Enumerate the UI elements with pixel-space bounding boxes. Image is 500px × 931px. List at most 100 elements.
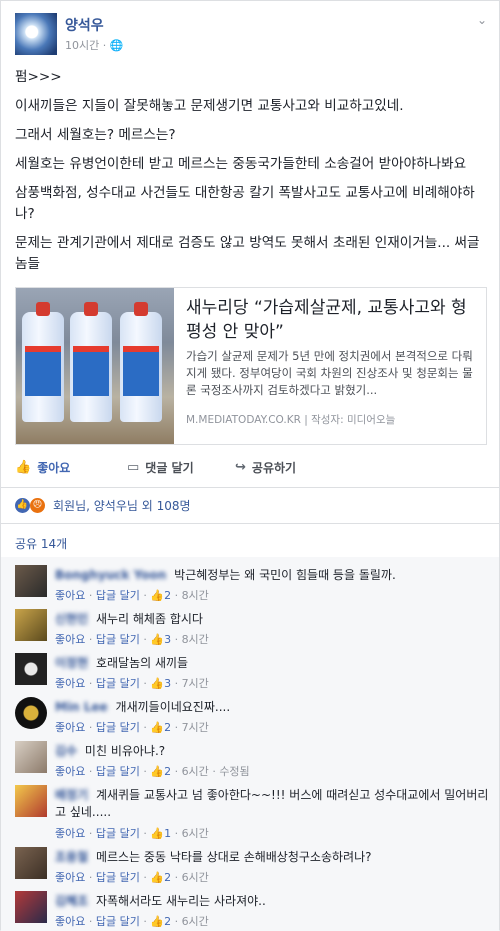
comment-footer: 좋아요 · 답글 달기 · 👍2 · 7시간 xyxy=(55,721,209,734)
comment-like-link[interactable]: 좋아요 xyxy=(55,677,85,690)
comment-like-link[interactable]: 좋아요 xyxy=(55,633,85,646)
comment-time[interactable]: 6시간 xyxy=(182,765,209,778)
comment-like-count[interactable]: 2 xyxy=(164,721,171,734)
commenter-avatar[interactable] xyxy=(15,697,47,729)
like-button[interactable]: 👍 좋아요 xyxy=(15,459,70,476)
comment-like-count[interactable]: 3 xyxy=(164,677,171,690)
comment-text: 새누리 해체좀 합시다 xyxy=(95,612,203,626)
comment-like-link[interactable]: 좋아요 xyxy=(55,721,85,734)
comment-reply-link[interactable]: 답글 달기 xyxy=(96,721,140,734)
comment-time[interactable]: 8시간 xyxy=(182,633,209,646)
thumbs-up-icon: 👍 xyxy=(150,765,165,778)
bottle-image xyxy=(120,302,162,422)
author-avatar[interactable] xyxy=(15,13,57,55)
comment-like-link[interactable]: 좋아요 xyxy=(55,589,85,602)
comment-like-link[interactable]: 좋아요 xyxy=(55,827,85,840)
comment-reply-link[interactable]: 답글 달기 xyxy=(96,765,140,778)
comment-text: 호래달놈의 새끼들 xyxy=(95,656,189,670)
post-time[interactable]: 10시간 xyxy=(65,39,99,52)
comment-footer: 좋아요 · 답글 달기 · 👍2 · 8시간 xyxy=(55,589,209,602)
share-count[interactable]: 공유 14개 xyxy=(15,535,67,552)
commenter-name[interactable]: Bonghyuck Yoon xyxy=(55,568,166,582)
comment-text: 자폭해서라도 새누리는 사라져야.. xyxy=(95,894,266,908)
thumbs-up-icon: 👍 xyxy=(150,589,165,602)
comment-like-link[interactable]: 좋아요 xyxy=(55,915,85,928)
post-paragraph: 삼풍백화점, 성수대교 사건들도 대한항공 칼기 폭발사고도 교통사고에 비례해… xyxy=(15,185,475,222)
link-title[interactable]: 새누리당 “가습제살균제, 교통사고와 형평성 안 맞아” xyxy=(186,296,482,344)
post-card: 양석우 10시간 · 🌐 ⌄ 펌>>> 이새끼들은 지들이 잘못해놓고 문제생기… xyxy=(0,0,500,931)
share-button[interactable]: ↪ 공유하기 xyxy=(235,459,296,476)
comment-body: Min Lee 개새끼들이네요진짜.... xyxy=(55,699,491,716)
commenter-avatar[interactable] xyxy=(15,609,47,641)
comment-like-count[interactable]: 2 xyxy=(164,765,171,778)
comment-time[interactable]: 6시간 xyxy=(182,871,209,884)
action-bar: 👍 좋아요 ▭ 댓글 달기 ↪ 공유하기 xyxy=(15,459,487,481)
comment-reply-link[interactable]: 답글 달기 xyxy=(96,677,140,690)
comment-text: 개새끼들이네요진짜.... xyxy=(115,700,231,714)
commenter-avatar[interactable] xyxy=(15,847,47,879)
commenter-avatar[interactable] xyxy=(15,653,47,685)
comment-body: 신현민 새누리 해체좀 합시다 xyxy=(55,611,491,628)
post-paragraph: 세월호는 유병언이한테 받고 메르스는 중동국가들한테 소송걸어 받아야하나봐요 xyxy=(15,156,467,172)
commenter-avatar[interactable] xyxy=(15,741,47,773)
comment-reply-link[interactable]: 답글 달기 xyxy=(96,915,140,928)
comment-button[interactable]: ▭ 댓글 달기 xyxy=(127,459,194,476)
angry-reaction-icon: 😠 xyxy=(30,498,45,513)
commenter-avatar[interactable] xyxy=(15,565,47,597)
comment-body: 조용철 메르스는 중동 낙타를 상대로 손해배상청구소송하려나? xyxy=(55,849,491,866)
author-name[interactable]: 양석우 xyxy=(65,15,104,35)
commenter-name[interactable]: 배정기 xyxy=(55,788,88,802)
comment-like-count[interactable]: 3 xyxy=(164,633,171,646)
comment-footer: 좋아요 · 답글 달기 · 👍2 · 6시간 xyxy=(55,915,209,928)
dot-separator: · xyxy=(102,39,107,52)
comment-like-count[interactable]: 2 xyxy=(164,871,171,884)
edited-label[interactable]: 수정됨 xyxy=(219,765,249,778)
comment-reply-link[interactable]: 답글 달기 xyxy=(96,827,140,840)
comment-footer: 좋아요 · 답글 달기 · 👍2 · 6시간 xyxy=(55,871,209,884)
comment-time[interactable]: 6시간 xyxy=(182,827,209,840)
comment-like-count[interactable]: 2 xyxy=(164,589,171,602)
comment-body: Bonghyuck Yoon 박근혜정부는 왜 국민이 힘들때 등을 돌릴까. xyxy=(55,567,491,584)
commenter-name[interactable]: 김혜조 xyxy=(55,894,88,908)
comment-reply-link[interactable]: 답글 달기 xyxy=(96,589,140,602)
comment-time[interactable]: 7시간 xyxy=(182,721,209,734)
commenter-avatar[interactable] xyxy=(15,891,47,923)
comment-reply-link[interactable]: 답글 달기 xyxy=(96,871,140,884)
link-thumbnail[interactable] xyxy=(16,288,174,444)
commenter-name[interactable]: 신현민 xyxy=(55,612,88,626)
comment-body: 김수 미친 비유아냐.? xyxy=(55,743,491,760)
like-label: 좋아요 xyxy=(37,461,71,475)
comment-label: 댓글 달기 xyxy=(145,461,194,475)
thumbs-up-icon: 👍 xyxy=(150,915,165,928)
like-reaction-icon: 👍 xyxy=(15,498,30,513)
comment-like-link[interactable]: 좋아요 xyxy=(55,765,85,778)
post-meta: 10시간 · 🌐 xyxy=(65,37,123,53)
post-paragraph: 이새끼들은 지들이 잘못해놓고 문제생기면 교통사고와 비교하고있네. xyxy=(15,98,404,114)
comment-like-link[interactable]: 좋아요 xyxy=(55,871,85,884)
comment-reply-link[interactable]: 답글 달기 xyxy=(96,633,140,646)
bottle-image xyxy=(70,302,112,422)
commenter-avatar[interactable] xyxy=(15,785,47,817)
comment-time[interactable]: 8시간 xyxy=(182,589,209,602)
post-body: 펌>>> 이새끼들은 지들이 잘못해놓고 문제생기면 교통사고와 비교하고있네.… xyxy=(15,67,491,283)
link-preview[interactable]: 새누리당 “가습제살균제, 교통사고와 형평성 안 맞아” 가습기 살균제 문제… xyxy=(15,287,487,445)
comment-like-count[interactable]: 2 xyxy=(164,915,171,928)
commenter-name[interactable]: 이정현 xyxy=(55,656,88,670)
commenter-name[interactable]: Min Lee xyxy=(55,700,108,714)
post-paragraph: 문제는 관계기관에서 제대로 검증도 않고 방역도 못해서 초래된 인재이거늘.… xyxy=(15,235,480,272)
post-header: 양석우 10시간 · 🌐 ⌄ xyxy=(15,13,487,59)
commenter-name[interactable]: 김수 xyxy=(55,744,77,758)
comment-like-count[interactable]: 1 xyxy=(164,827,171,840)
comment-time[interactable]: 7시간 xyxy=(182,677,209,690)
post-paragraph: 펌>>> xyxy=(15,69,62,85)
divider xyxy=(1,523,499,524)
reaction-summary[interactable]: 👍 😠 회원님, 양석우님 외 108명 xyxy=(15,497,191,514)
comment-footer: 좋아요 · 답글 달기 · 👍2 · 6시간 · 수정됨 xyxy=(55,765,250,778)
thumbs-up-icon: 👍 xyxy=(150,827,165,840)
comment-body: 김혜조 자폭해서라도 새누리는 사라져야.. xyxy=(55,893,491,910)
commenter-name[interactable]: 조용철 xyxy=(55,850,88,864)
comment-time[interactable]: 6시간 xyxy=(182,915,209,928)
chevron-down-icon[interactable]: ⌄ xyxy=(477,13,487,27)
comment-text: 미친 비유아냐.? xyxy=(84,744,166,758)
comment-footer: 좋아요 · 답글 달기 · 👍3 · 8시간 xyxy=(55,633,209,646)
